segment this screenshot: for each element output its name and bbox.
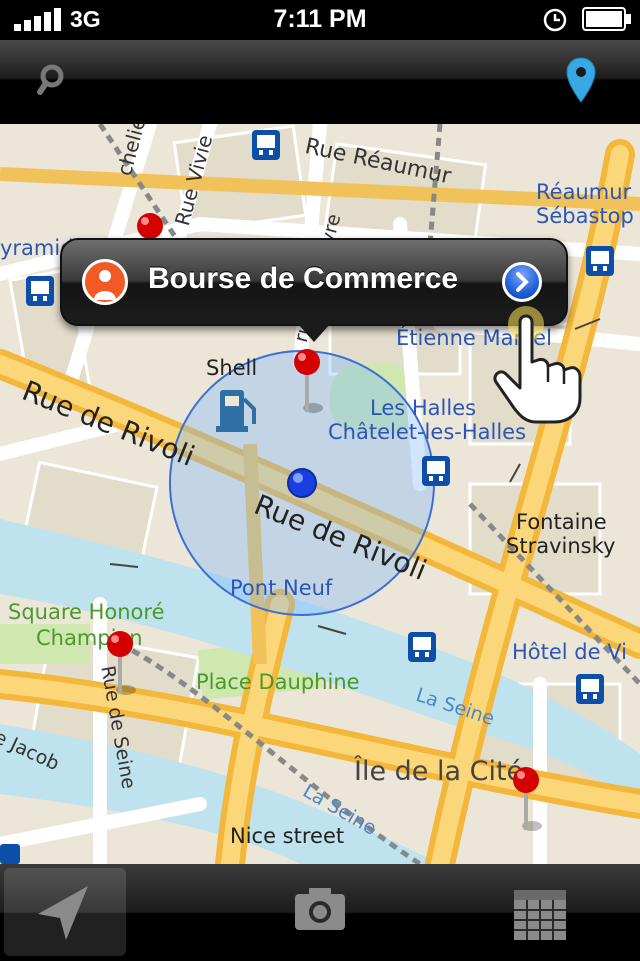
location-pin-icon[interactable] xyxy=(564,56,598,106)
search-icon[interactable] xyxy=(36,62,70,98)
map-label-les-halles: Les Halles xyxy=(370,396,477,420)
map-label-hotel-de-ville: Hôtel de Vi xyxy=(512,640,627,664)
tap-hand-icon xyxy=(493,306,582,424)
tab-bar xyxy=(0,864,640,960)
map-label-square-honore: Square Honoré xyxy=(8,600,165,624)
tab-calendar[interactable] xyxy=(478,868,600,956)
chevron-right-icon xyxy=(516,272,529,292)
detail-disclosure-button[interactable] xyxy=(502,262,542,302)
map-label-place-dauphine: Place Dauphine xyxy=(196,670,360,694)
map-label-ile-de-la-cite: Île de la Cité xyxy=(354,756,524,787)
alarm-clock-icon xyxy=(543,8,567,32)
callout-tail xyxy=(298,324,330,342)
map-pin[interactable] xyxy=(506,766,546,836)
map-label-sebastopol: Sébastop xyxy=(536,204,634,228)
map-pin[interactable] xyxy=(287,348,327,418)
map-label-stravinsky: Stravinsky xyxy=(506,534,616,558)
map-label-nice-street: Nice street xyxy=(230,824,345,848)
person-icon xyxy=(82,259,128,305)
user-location-dot[interactable] xyxy=(287,468,317,498)
tab-camera[interactable] xyxy=(259,868,381,956)
map-label-reaumur: Réaumur xyxy=(536,180,632,204)
calendar-icon xyxy=(514,890,566,940)
callout-title: Bourse de Commerce xyxy=(148,262,459,295)
map-label-pont-neuf: Pont Neuf xyxy=(230,576,333,600)
map-view[interactable]: Rue Réaumur Réaumur Sébastop yramides ch… xyxy=(0,124,640,864)
tab-navigation[interactable] xyxy=(4,868,126,956)
navigation-bar xyxy=(0,40,640,124)
camera-icon xyxy=(295,888,345,930)
battery-icon xyxy=(582,7,631,31)
map-pin[interactable] xyxy=(100,630,140,700)
status-bar: 3G 7:11 PM xyxy=(0,0,640,40)
map-label-shell: Shell xyxy=(206,356,258,380)
map-label-fontaine: Fontaine xyxy=(516,510,607,534)
navigation-arrow-icon xyxy=(38,886,88,940)
